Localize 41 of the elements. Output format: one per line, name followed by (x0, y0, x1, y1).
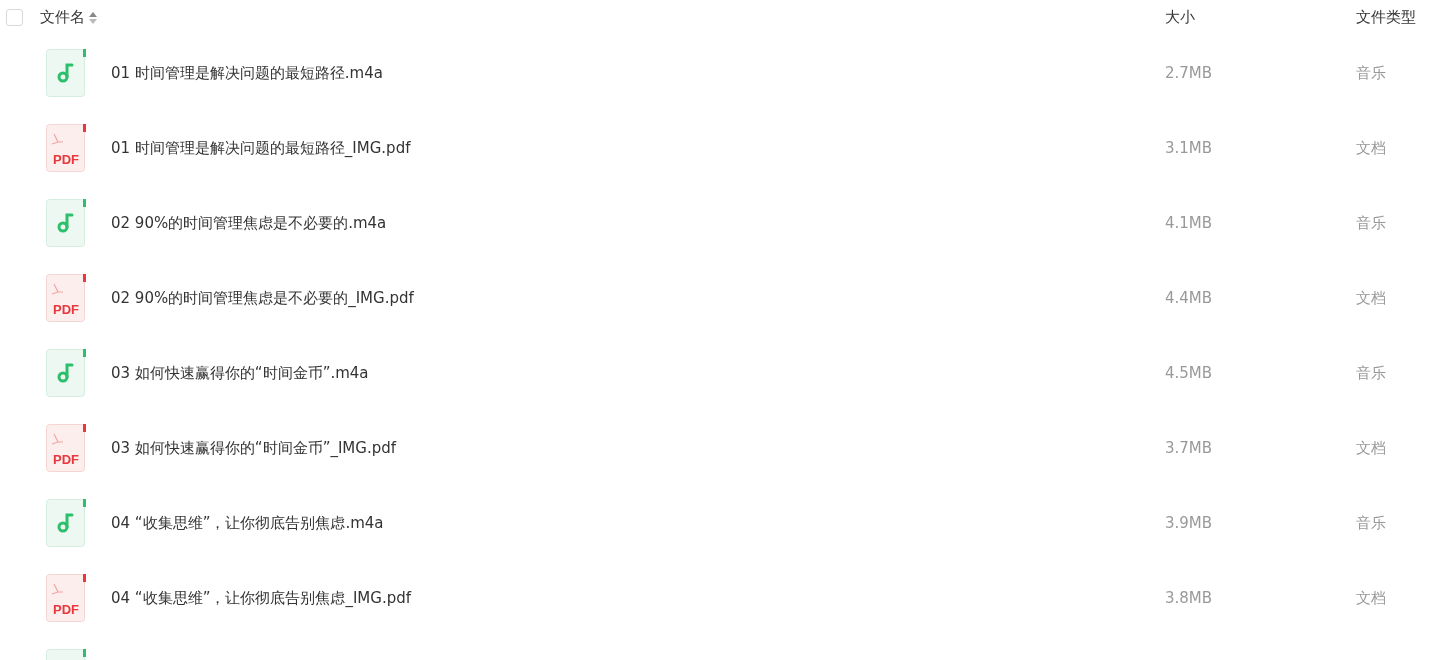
file-name[interactable]: 01 时间管理是解决问题的最短路径_IMG.pdf (111, 138, 411, 157)
sort-icon[interactable] (89, 11, 97, 24)
file-size: 3.8MB (1165, 589, 1213, 607)
file-type: 音乐 (1356, 213, 1386, 232)
pdf-label: PDF (52, 301, 80, 317)
file-type: 文档 (1356, 288, 1386, 307)
file-name[interactable]: 02 90%的时间管理焦虑是不必要的_IMG.pdf (111, 288, 414, 307)
column-header: 大小 (1165, 8, 1196, 27)
file-name[interactable]: 02 90%的时间管理焦虑是不必要的.m4a (111, 213, 387, 232)
music-file-icon (46, 48, 86, 97)
pdf-file-icon (46, 273, 86, 322)
file-size: 3.1MB (1165, 139, 1213, 157)
file-name[interactable]: 01 时间管理是解决问题的最短路径.m4a (111, 63, 383, 82)
column-header: 文件类型 (1356, 8, 1417, 27)
file-name[interactable]: 04 “收集思维”，让你彻底告别焦虑_IMG.pdf (111, 588, 411, 607)
select-all-checkbox[interactable] (6, 9, 23, 26)
file-name[interactable]: 03 如何快速赢得你的“时间金币”.m4a (111, 363, 369, 382)
file-name[interactable]: 04 “收集思维”，让你彻底告别焦虑.m4a (111, 513, 384, 532)
music-file-icon (46, 498, 86, 547)
file-type: 音乐 (1356, 63, 1386, 82)
pdf-label: PDF (52, 451, 80, 467)
file-type: 文档 (1356, 138, 1386, 157)
file-size: 3.7MB (1165, 439, 1213, 457)
pdf-file-icon (46, 123, 86, 172)
music-file-icon (46, 348, 86, 397)
file-size: 2.7MB (1165, 64, 1213, 82)
file-size: 4.1MB (1165, 214, 1213, 232)
file-type: 文档 (1356, 588, 1386, 607)
column-header[interactable]: 文件名 (40, 8, 85, 27)
pdf-label: PDF (52, 151, 80, 167)
file-type: 音乐 (1356, 513, 1386, 532)
pdf-label: PDF (52, 601, 80, 617)
pdf-file-icon (46, 573, 86, 622)
file-size: 4.4MB (1165, 289, 1213, 307)
file-size: 4.5MB (1165, 364, 1213, 382)
file-size: 3.9MB (1165, 514, 1213, 532)
file-type: 文档 (1356, 438, 1386, 457)
file-type: 音乐 (1356, 363, 1386, 382)
music-file-icon (46, 198, 86, 247)
file-name[interactable]: 03 如何快速赢得你的“时间金币”_IMG.pdf (111, 438, 396, 457)
pdf-file-icon (46, 423, 86, 472)
